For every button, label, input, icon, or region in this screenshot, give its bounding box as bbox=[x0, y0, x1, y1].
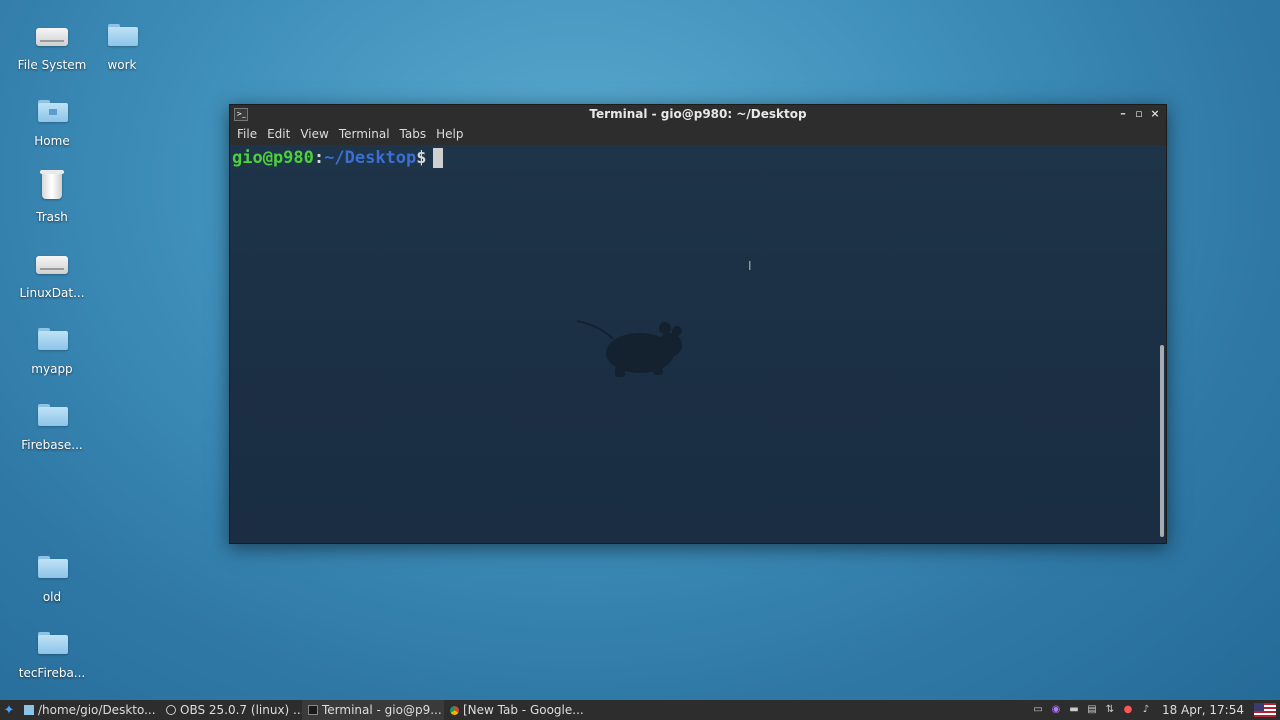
task-obs[interactable]: OBS 25.0.7 (linux) ... bbox=[160, 700, 305, 720]
menubar: File Edit View Terminal Tabs Help bbox=[230, 123, 1166, 145]
desktop-icon-label: Firebase... bbox=[21, 438, 83, 452]
desktop-icon-file-system[interactable]: File System bbox=[14, 18, 90, 72]
keyboard-icon[interactable]: ▬ bbox=[1068, 704, 1080, 716]
terminal-app-icon: >_ bbox=[234, 108, 248, 121]
obs-icon bbox=[166, 705, 176, 715]
terminal-window[interactable]: >_ Terminal - gio@p980: ~/Desktop – ▫ × … bbox=[229, 104, 1167, 544]
task-chrome[interactable]: [New Tab - Google... bbox=[444, 700, 586, 720]
folder-icon bbox=[32, 550, 72, 586]
clipboard-icon[interactable]: ▤ bbox=[1086, 704, 1098, 716]
xfce-mouse-logo-icon bbox=[576, 320, 682, 377]
trash-icon bbox=[32, 170, 72, 206]
chrome-icon bbox=[450, 705, 459, 715]
desktop-icon-label: Home bbox=[34, 134, 70, 148]
ibeam-pointer-icon: I bbox=[748, 259, 752, 273]
desktop-icon-trash[interactable]: Trash bbox=[14, 170, 90, 224]
menu-view[interactable]: View bbox=[295, 127, 333, 141]
prompt-dollar: $ bbox=[416, 148, 427, 168]
desktop-icon-label: old bbox=[42, 590, 62, 604]
window-titlebar[interactable]: >_ Terminal - gio@p980: ~/Desktop – ▫ × bbox=[230, 105, 1166, 123]
task-label: /home/gio/Deskto... bbox=[38, 703, 156, 717]
desktop-icon-old[interactable]: old bbox=[14, 550, 90, 604]
minimize-button[interactable]: – bbox=[1118, 105, 1128, 123]
network-icon[interactable]: ⇅ bbox=[1104, 704, 1116, 716]
drive-icon bbox=[32, 18, 72, 54]
desktop-icon-label: myapp bbox=[31, 362, 73, 376]
desktop-icon-label: LinuxDat... bbox=[19, 286, 85, 300]
folder-icon bbox=[32, 322, 72, 358]
menu-tabs[interactable]: Tabs bbox=[395, 127, 432, 141]
menu-help[interactable]: Help bbox=[431, 127, 468, 141]
desktop-icon-myapp[interactable]: myapp bbox=[14, 322, 90, 376]
task-terminal[interactable]: Terminal - gio@p9... bbox=[302, 700, 444, 720]
window-title: Terminal - gio@p980: ~/Desktop bbox=[589, 107, 807, 121]
menu-edit[interactable]: Edit bbox=[262, 127, 295, 141]
task-label: OBS 25.0.7 (linux) ... bbox=[180, 703, 305, 717]
prompt-path: ~/Desktop bbox=[324, 148, 417, 168]
us-flag-icon[interactable] bbox=[1254, 703, 1276, 717]
desktop-icon-work[interactable]: work bbox=[84, 18, 160, 72]
system-tray: ▭ ◉ ▬ ▤ ⇅ ● ♪ 18 Apr, 17:54 bbox=[1032, 703, 1280, 717]
prompt-user-host: gio@p980 bbox=[232, 148, 314, 168]
terminal-icon bbox=[308, 705, 318, 715]
task-label: Terminal - gio@p9... bbox=[322, 703, 442, 717]
desktop-icon-linuxdata[interactable]: LinuxDat... bbox=[14, 246, 90, 300]
desktop-icon-home[interactable]: Home bbox=[14, 94, 90, 148]
desktop-icon-label: File System bbox=[17, 58, 87, 72]
desktop-icon-firebase[interactable]: Firebase... bbox=[14, 398, 90, 452]
display-icon[interactable]: ▭ bbox=[1032, 704, 1044, 716]
volume-icon[interactable]: ♪ bbox=[1140, 704, 1152, 716]
clock[interactable]: 18 Apr, 17:54 bbox=[1158, 703, 1248, 717]
file-manager-icon bbox=[24, 705, 34, 715]
obs-tray-icon[interactable]: ◉ bbox=[1050, 704, 1062, 716]
prompt-colon: : bbox=[313, 148, 325, 168]
menu-terminal[interactable]: Terminal bbox=[334, 127, 395, 141]
desktop-icon-label: tecFireba... bbox=[18, 666, 86, 680]
maximize-button[interactable]: ▫ bbox=[1134, 105, 1144, 123]
terminal-area[interactable]: gio@p980:~/Desktop$ I bbox=[230, 145, 1166, 543]
desktop-icon-label: work bbox=[107, 58, 137, 72]
task-file-manager[interactable]: /home/gio/Deskto... bbox=[18, 700, 160, 720]
desktop-icon-label: Trash bbox=[36, 210, 68, 224]
menu-file[interactable]: File bbox=[232, 127, 262, 141]
applications-menu-icon[interactable]: ✦ bbox=[0, 700, 18, 720]
drive-icon bbox=[32, 246, 72, 282]
folder-icon bbox=[102, 18, 142, 54]
folder-icon bbox=[32, 398, 72, 434]
folder-icon bbox=[32, 626, 72, 662]
record-icon[interactable]: ● bbox=[1122, 704, 1134, 716]
close-button[interactable]: × bbox=[1150, 105, 1160, 123]
taskbar: ✦ /home/gio/Deskto... OBS 25.0.7 (linux)… bbox=[0, 700, 1280, 720]
home-folder-icon bbox=[32, 94, 72, 130]
terminal-scrollbar[interactable] bbox=[1160, 345, 1164, 537]
text-cursor bbox=[432, 148, 443, 168]
desktop-icon-tecfirebase[interactable]: tecFireba... bbox=[14, 626, 90, 680]
task-label: [New Tab - Google... bbox=[463, 703, 584, 717]
shell-prompt: gio@p980:~/Desktop$ bbox=[232, 147, 443, 169]
